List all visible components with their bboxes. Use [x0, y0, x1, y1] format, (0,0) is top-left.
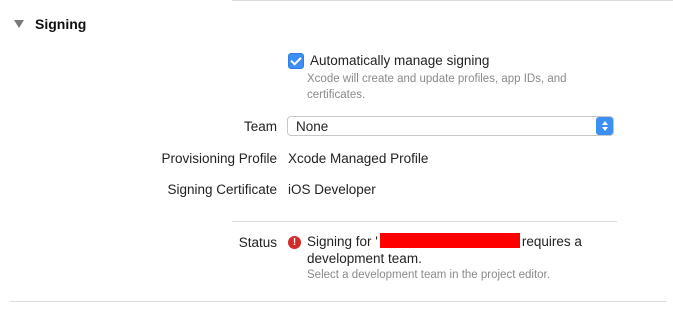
error-icon: ! [288, 236, 301, 249]
signing-section-header[interactable]: Signing [14, 16, 86, 32]
disclosure-triangle-icon[interactable] [14, 20, 24, 28]
provisioning-profile-label: Provisioning Profile [161, 151, 277, 166]
signing-certificate-label: Signing Certificate [167, 182, 277, 197]
team-popup-button[interactable]: None [287, 116, 614, 136]
signing-certificate-value: iOS Developer [288, 182, 376, 197]
auto-signing-checkbox[interactable] [288, 53, 304, 69]
auto-signing-label: Automatically manage signing [310, 53, 490, 68]
status-message: Signing for ' requires a development team… [307, 233, 582, 266]
status-divider [232, 221, 617, 222]
popup-arrows-icon[interactable] [596, 117, 613, 135]
status-message-line2: development team. [307, 251, 422, 266]
auto-signing-row[interactable]: Automatically manage signing [288, 53, 489, 69]
redacted-app-name [379, 233, 520, 248]
status-label: Status [238, 235, 277, 250]
auto-signing-hint-2: certificates. [307, 89, 366, 101]
arrow-down-icon [601, 127, 608, 131]
status-message-suffix: requires a [521, 234, 582, 249]
section-title: Signing [35, 16, 87, 32]
team-value: None [296, 118, 329, 134]
status-message-prefix: Signing for [307, 234, 372, 249]
auto-signing-hint-1: Xcode will create and update profiles, a… [307, 73, 567, 85]
status-hint: Select a development team in the project… [307, 269, 550, 281]
top-divider [232, 0, 673, 1]
bottom-divider [10, 301, 667, 302]
arrow-up-icon [601, 121, 608, 125]
team-label: Team [243, 119, 277, 134]
provisioning-profile-value: Xcode Managed Profile [288, 151, 429, 166]
